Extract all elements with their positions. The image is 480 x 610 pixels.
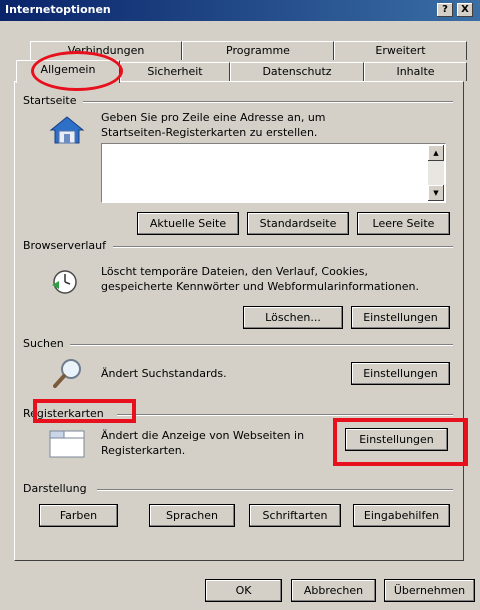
startseite-desc-line2: Startseiten-Registerkarten zu erstellen. — [101, 126, 318, 139]
verlauf-desc-line1: Löscht temporäre Dateien, den Verlauf, C… — [101, 265, 368, 278]
tabs-settings-button[interactable]: Einstellungen — [345, 428, 448, 451]
section-heading-startseite: Startseite — [23, 94, 83, 107]
languages-button[interactable]: Sprachen — [149, 504, 235, 527]
close-button[interactable]: X — [457, 3, 473, 17]
apply-button[interactable]: Übernehmen — [384, 579, 475, 602]
home-icon — [49, 116, 85, 144]
help-button[interactable]: ? — [437, 3, 453, 17]
section-heading-darstellung: Darstellung — [23, 482, 93, 495]
section-divider — [97, 489, 453, 491]
section-heading-browserverlauf: Browserverlauf — [23, 239, 113, 252]
tab-label: Sicherheit — [147, 65, 203, 78]
tab-programme[interactable]: Programme — [182, 41, 334, 60]
section-divider — [67, 344, 453, 346]
cancel-button[interactable]: Abbrechen — [291, 579, 376, 602]
tab-sicherheit[interactable]: Sicherheit — [120, 62, 230, 81]
tab-label: Datenschutz — [262, 65, 332, 78]
tab-label: Verbindungen — [67, 44, 145, 57]
fonts-button[interactable]: Schriftarten — [249, 504, 341, 527]
internet-options-dialog: Internetoptionen ? X Verbindungen Progra… — [0, 0, 480, 610]
suchen-desc: Ändert Suchstandards. — [101, 367, 227, 380]
accessibility-button[interactable]: Eingabehilfen — [353, 504, 450, 527]
tabs-window-icon — [49, 430, 85, 458]
tab-datenschutz[interactable]: Datenschutz — [230, 62, 364, 81]
delete-history-button[interactable]: Löschen... — [243, 306, 343, 329]
startseite-desc-line1: Geben Sie pro Zeile eine Adresse an, um — [101, 111, 326, 124]
title-bar: Internetoptionen ? X — [0, 0, 480, 21]
tab-panel: Startseite Geben Sie pro Zeile eine Adre… — [14, 81, 464, 561]
window-title: Internetoptionen — [5, 3, 111, 16]
colors-button[interactable]: Farben — [39, 504, 118, 527]
history-settings-button[interactable]: Einstellungen — [351, 306, 450, 329]
history-clock-icon — [52, 270, 77, 294]
tab-erweitert[interactable]: Erweitert — [334, 41, 467, 60]
tab-inhalte[interactable]: Inhalte — [364, 62, 467, 81]
textarea-scrollbar[interactable]: ▲ ▼ — [428, 145, 444, 201]
homepage-textarea[interactable]: ▲ ▼ — [101, 143, 446, 203]
verlauf-desc-line2: gespeicherte Kennwörter und Webformulari… — [101, 280, 419, 293]
section-divider — [117, 414, 453, 416]
tab-label: Programme — [226, 44, 290, 57]
tab-label: Allgemein — [40, 63, 96, 76]
tab-label: Erweitert — [375, 44, 426, 57]
search-magnifier-icon — [53, 359, 81, 388]
section-heading-suchen: Suchen — [23, 337, 70, 350]
register-desc-line2: Registerkarten. — [101, 444, 186, 457]
scroll-up-arrow-icon[interactable]: ▲ — [428, 145, 444, 161]
tab-verbindungen[interactable]: Verbindungen — [30, 41, 182, 60]
section-divider — [75, 101, 453, 103]
ok-button[interactable]: OK — [205, 579, 282, 602]
section-heading-registerkarten: Registerkarten — [23, 407, 110, 420]
default-page-button[interactable]: Standardseite — [247, 212, 349, 235]
section-divider — [113, 246, 453, 248]
tab-allgemein[interactable]: Allgemein — [16, 60, 120, 83]
tab-label: Inhalte — [396, 65, 435, 78]
scroll-down-arrow-icon[interactable]: ▼ — [428, 185, 444, 201]
register-desc-line1: Ändert die Anzeige von Webseiten in — [101, 429, 305, 442]
search-settings-button[interactable]: Einstellungen — [351, 362, 450, 385]
current-page-button[interactable]: Aktuelle Seite — [137, 212, 239, 235]
empty-page-button[interactable]: Leere Seite — [357, 212, 450, 235]
